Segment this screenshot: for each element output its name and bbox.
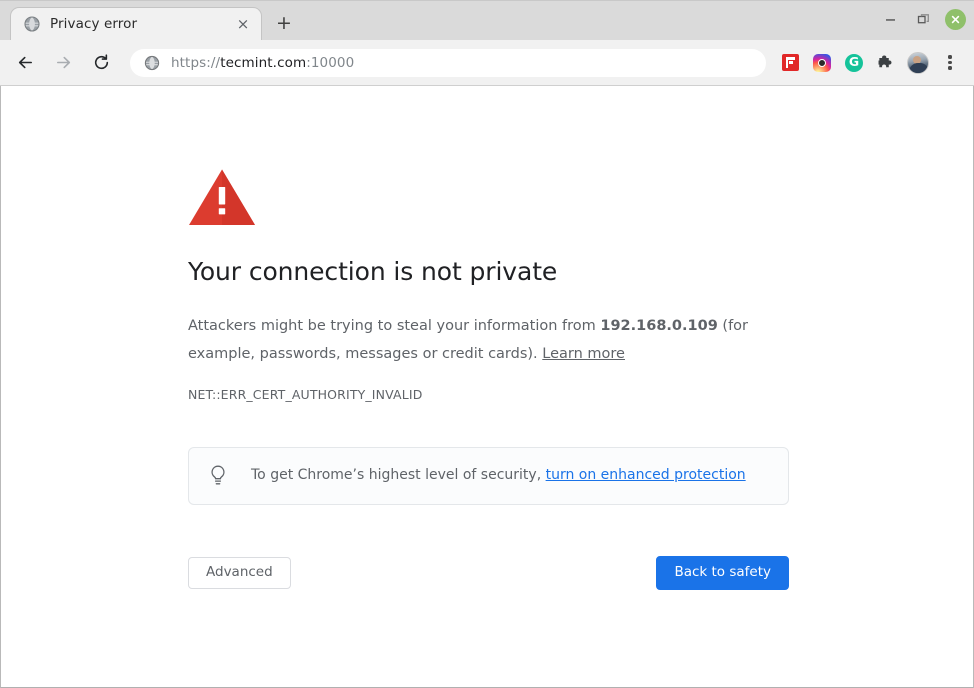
flipboard-extension-icon (782, 54, 799, 71)
tip-text-prefix: To get Chrome’s highest level of securit… (251, 467, 546, 483)
body-text-part1: Attackers might be trying to steal your … (188, 318, 600, 334)
chrome-menu-button[interactable] (934, 47, 966, 79)
grammarly-extension-icon: G (845, 54, 863, 72)
forward-button[interactable] (47, 47, 79, 79)
learn-more-link[interactable]: Learn more (542, 346, 625, 362)
url-scheme: https:// (171, 55, 220, 71)
instagram-extension-icon (813, 54, 831, 72)
lightbulb-icon (209, 465, 227, 487)
flipboard-extension-button[interactable] (774, 47, 806, 79)
tab-close-icon[interactable]: × (234, 15, 252, 33)
error-code: NET::ERR_CERT_AUTHORITY_INVALID (188, 387, 789, 402)
back-button[interactable] (9, 47, 41, 79)
grammarly-extension-button[interactable]: G (838, 47, 870, 79)
new-tab-button[interactable]: + (269, 8, 299, 38)
advanced-button[interactable]: Advanced (188, 557, 291, 589)
interstitial-buttons: Advanced Back to safety (188, 556, 789, 590)
page-viewport: Your connection is not private Attackers… (0, 86, 974, 688)
puzzle-piece-icon (877, 54, 895, 72)
warning-triangle-icon (188, 168, 256, 226)
globe-icon (24, 16, 40, 32)
interstitial-body: Attackers might be trying to steal your … (188, 312, 768, 368)
turn-on-enhanced-protection-link[interactable]: turn on enhanced protection (546, 467, 746, 483)
maximize-button[interactable] (912, 8, 934, 30)
close-icon (950, 14, 961, 25)
tab-title: Privacy error (50, 16, 234, 32)
body-hostname: 192.168.0.109 (600, 318, 717, 334)
tab-privacy-error[interactable]: Privacy error × (10, 7, 262, 40)
toolbar-actions: G (774, 47, 966, 79)
minimize-icon (884, 13, 897, 26)
profile-avatar-button[interactable] (902, 47, 934, 79)
tab-strip: Privacy error × + (0, 0, 974, 40)
arrow-right-icon (54, 53, 73, 72)
arrow-left-icon (16, 53, 35, 72)
address-bar[interactable]: https://tecmint.com:10000 (130, 49, 766, 77)
three-dot-menu-icon (948, 55, 951, 69)
avatar (907, 52, 929, 74)
close-button[interactable] (945, 9, 966, 30)
reload-icon (92, 53, 111, 72)
browser-window: Privacy error × + (0, 0, 974, 688)
back-to-safety-button[interactable]: Back to safety (656, 556, 789, 590)
minimize-button[interactable] (879, 8, 901, 30)
enhanced-protection-tip: To get Chrome’s highest level of securit… (188, 447, 789, 505)
instagram-extension-button[interactable] (806, 47, 838, 79)
tip-text: To get Chrome’s highest level of securit… (251, 466, 746, 486)
url-host: tecmint.com (220, 55, 306, 71)
window-controls (879, 8, 966, 30)
page-title: Your connection is not private (188, 256, 789, 287)
reload-button[interactable] (85, 47, 117, 79)
extensions-button[interactable] (870, 47, 902, 79)
browser-toolbar: https://tecmint.com:10000 G (0, 40, 974, 86)
url-port: :10000 (306, 55, 354, 71)
restore-icon (917, 13, 930, 26)
ssl-interstitial: Your connection is not private Attackers… (188, 168, 789, 590)
address-bar-text: https://tecmint.com:10000 (171, 55, 354, 71)
globe-icon (144, 55, 160, 71)
